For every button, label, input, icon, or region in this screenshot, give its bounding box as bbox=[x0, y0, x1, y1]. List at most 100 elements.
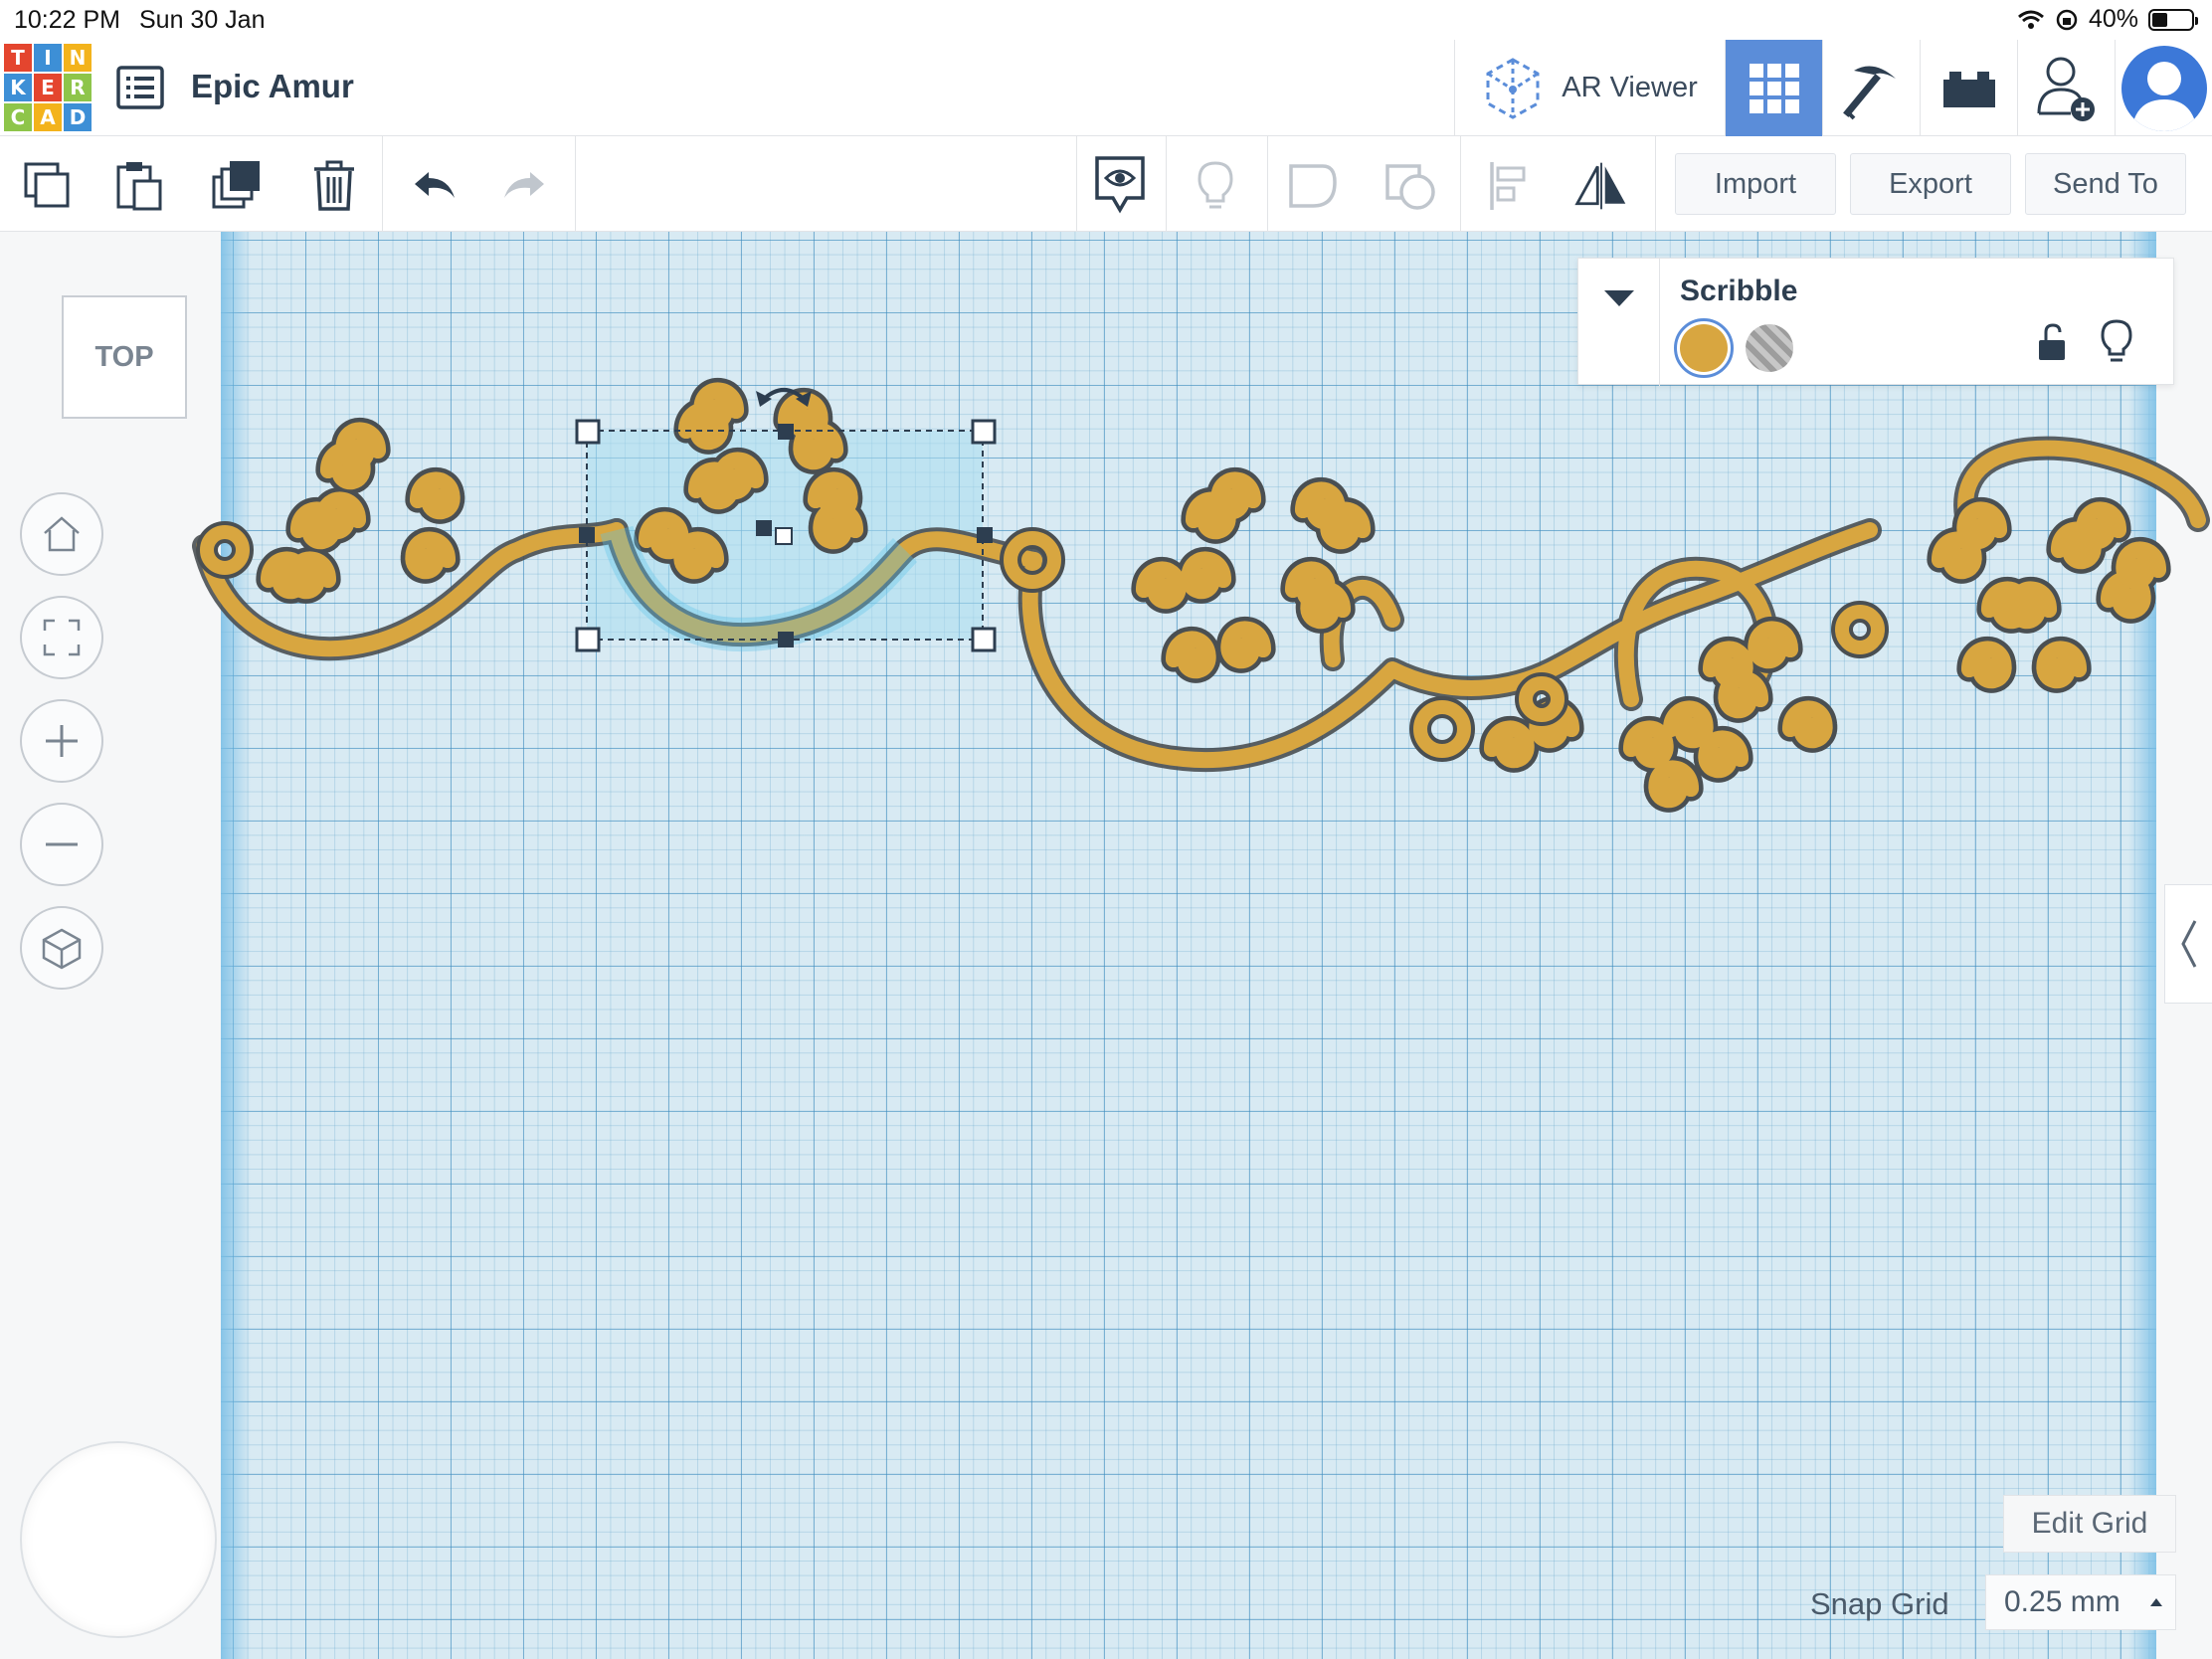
perspective-icon bbox=[42, 928, 82, 970]
resize-handle-corner[interactable] bbox=[971, 419, 997, 445]
resize-handle-corner[interactable] bbox=[575, 419, 601, 445]
ar-viewer-button[interactable]: AR Viewer bbox=[1454, 40, 1725, 136]
align-icon bbox=[1490, 162, 1526, 210]
status-bar: 10:22 PM Sun 30 Jan 40% bbox=[0, 0, 2212, 40]
scribble-curl bbox=[1144, 569, 1179, 601]
resize-handle-corner[interactable] bbox=[575, 627, 601, 652]
user-avatar-button[interactable] bbox=[2115, 40, 2212, 136]
orbit-joystick[interactable] bbox=[20, 1441, 217, 1638]
logo-letter: C bbox=[4, 103, 32, 131]
hole-swatch[interactable] bbox=[1746, 324, 1793, 372]
grid-icon bbox=[1749, 63, 1799, 113]
3d-design-view-button[interactable] bbox=[1725, 40, 1822, 136]
scribble-curl bbox=[1964, 509, 1999, 541]
battery-percent: 40% bbox=[2088, 5, 2138, 33]
inspector-title: Scribble bbox=[1680, 275, 1798, 307]
view-cube[interactable]: TOP bbox=[62, 295, 187, 419]
group-icon bbox=[1289, 164, 1337, 208]
zoom-in-button[interactable] bbox=[20, 699, 103, 783]
avatar bbox=[2120, 45, 2207, 131]
edit-grid-button[interactable]: Edit Grid bbox=[2003, 1495, 2176, 1553]
scribble-curl bbox=[1218, 479, 1253, 511]
home-view-button[interactable] bbox=[20, 492, 103, 576]
group-button[interactable] bbox=[1285, 158, 1341, 214]
copy-button[interactable] bbox=[20, 158, 76, 214]
status-date: Sun 30 Jan bbox=[139, 6, 266, 34]
scribble-curl bbox=[2084, 509, 2119, 541]
bricks-view-button[interactable] bbox=[1920, 40, 2017, 136]
scribble-curl bbox=[2123, 549, 2158, 581]
resize-handle-edge[interactable] bbox=[977, 527, 993, 543]
chevron-left-icon bbox=[2180, 920, 2196, 968]
shape-inspector: Scribble bbox=[1577, 258, 2174, 386]
scribble-curl bbox=[721, 460, 756, 491]
scribble-shape[interactable] bbox=[192, 390, 2210, 800]
scribble-curl bbox=[1228, 629, 1263, 660]
scribble-curl bbox=[1706, 738, 1741, 770]
resize-handle-edge[interactable] bbox=[579, 527, 595, 543]
scribble-curl bbox=[1189, 559, 1223, 591]
workspace[interactable]: TOP Scribble Edit Grid Snap Grid 0.25 mm bbox=[0, 232, 2212, 1659]
scribble-curl bbox=[1492, 728, 1527, 760]
solid-color-swatch[interactable] bbox=[1674, 318, 1734, 378]
blocks-view-button[interactable] bbox=[1822, 40, 1920, 136]
scribble-curl bbox=[1755, 629, 1790, 660]
logo-letter: A bbox=[34, 103, 62, 131]
ungroup-button[interactable] bbox=[1382, 158, 1438, 214]
scribble-curl bbox=[1790, 708, 1825, 740]
project-name[interactable]: Epic Amur bbox=[191, 68, 354, 105]
ar-cube-icon bbox=[1486, 57, 1540, 119]
notes-icon bbox=[1095, 156, 1145, 214]
wifi-icon bbox=[2017, 10, 2044, 29]
notes-button[interactable] bbox=[1090, 154, 1150, 214]
show-all-button[interactable] bbox=[1188, 158, 1243, 214]
scribble-curl bbox=[821, 509, 855, 541]
resize-handle-edge[interactable] bbox=[778, 424, 794, 440]
duplicate-button[interactable] bbox=[209, 158, 265, 214]
scribble-curl bbox=[413, 539, 448, 571]
paste-button[interactable] bbox=[111, 158, 167, 214]
mirror-button[interactable] bbox=[1573, 158, 1629, 214]
resize-handle-corner[interactable] bbox=[971, 627, 997, 652]
snap-grid-select[interactable]: 0.25 mm bbox=[1985, 1574, 2176, 1630]
invite-collaborator-button[interactable] bbox=[2017, 40, 2115, 136]
logo-letter: D bbox=[64, 103, 92, 131]
tinkercad-logo[interactable]: TIN KER CAD bbox=[4, 44, 92, 131]
home-icon bbox=[44, 516, 80, 552]
scribble-curl bbox=[293, 559, 328, 591]
mirror-icon bbox=[1574, 162, 1626, 210]
resize-handle-edge[interactable] bbox=[778, 632, 794, 647]
logo-letter: T bbox=[4, 44, 32, 72]
lightbulb-icon bbox=[2101, 319, 2132, 362]
send-to-button[interactable]: Send To bbox=[2025, 153, 2186, 215]
perspective-button[interactable] bbox=[20, 906, 103, 990]
battery-icon bbox=[2148, 8, 2198, 31]
scribble-curl bbox=[701, 390, 736, 422]
snap-grid-value: 0.25 mm bbox=[2004, 1585, 2120, 1618]
import-button[interactable]: Import bbox=[1675, 153, 1836, 215]
lift-handle[interactable] bbox=[775, 527, 793, 545]
pickaxe-icon bbox=[1842, 66, 1896, 119]
trash-icon bbox=[314, 160, 354, 211]
fit-view-button[interactable] bbox=[20, 596, 103, 679]
lock-button[interactable] bbox=[2036, 322, 2068, 367]
visibility-button[interactable] bbox=[2100, 318, 2133, 369]
delete-button[interactable] bbox=[306, 158, 362, 214]
inspector-collapse-button[interactable] bbox=[1578, 259, 1660, 386]
scribble-curl bbox=[323, 499, 358, 531]
scribble-curl bbox=[681, 539, 716, 571]
design-menu-button[interactable] bbox=[111, 60, 169, 115]
redo-button[interactable] bbox=[497, 158, 553, 214]
scribble-curl bbox=[1631, 728, 1666, 760]
zoom-out-button[interactable] bbox=[20, 803, 103, 886]
top-bar: TIN KER CAD Epic Amur AR Viewer bbox=[0, 40, 2212, 136]
align-button[interactable] bbox=[1480, 158, 1536, 214]
shapes-panel-toggle[interactable] bbox=[2164, 884, 2212, 1004]
undo-button[interactable] bbox=[406, 158, 461, 214]
copy-icon bbox=[24, 162, 70, 208]
caret-down-icon bbox=[1603, 290, 1634, 306]
add-user-icon bbox=[2037, 57, 2095, 121]
orientation-lock-icon bbox=[2056, 9, 2078, 30]
export-button[interactable]: Export bbox=[1850, 153, 2011, 215]
height-handle[interactable] bbox=[756, 520, 772, 536]
